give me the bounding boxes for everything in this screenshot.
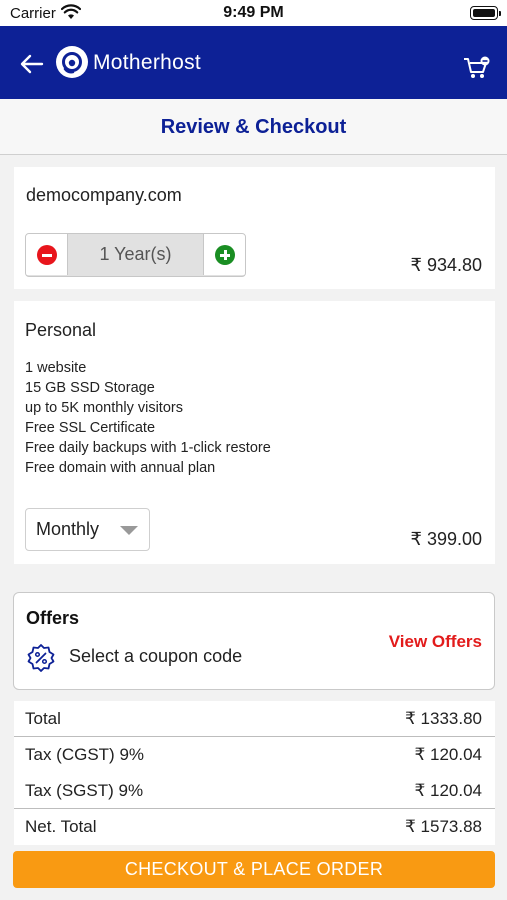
duration-value: 1 Year(s)	[99, 244, 172, 264]
duration-stepper: 1 Year(s)	[25, 233, 246, 277]
net-total-value: ₹ 1573.88	[405, 817, 482, 836]
total-row: Total ₹ 1333.80	[14, 701, 495, 737]
app-bar: Motherhost	[0, 26, 507, 99]
plus-icon	[215, 245, 235, 265]
battery-icon	[470, 6, 501, 20]
sgst-value: ₹ 120.04	[414, 781, 482, 800]
back-arrow-icon[interactable]	[20, 54, 44, 74]
cart-icon[interactable]	[463, 56, 491, 80]
feature-item: Free domain with annual plan	[25, 460, 216, 476]
offers-card: Offers Select a coupon code View Offers	[13, 592, 495, 690]
billing-cycle-select[interactable]: Monthly	[25, 508, 150, 551]
total-label: Total	[25, 709, 61, 728]
feature-item: Free SSL Certificate	[25, 420, 156, 436]
sgst-label: Tax (SGST) 9%	[25, 781, 144, 800]
plan-item-card: Personal 1 website 15 GB SSD Storage up …	[14, 301, 495, 564]
decrease-button[interactable]	[26, 234, 68, 275]
brand-name: Motherhost	[93, 51, 202, 74]
chevron-down-icon	[120, 526, 138, 535]
cgst-value: ₹ 120.04	[414, 745, 482, 764]
net-total-label: Net. Total	[25, 817, 97, 836]
increase-button[interactable]	[203, 234, 245, 275]
cgst-row: Tax (CGST) 9% ₹ 120.04	[14, 737, 495, 773]
domain-name: democompany.com	[26, 185, 182, 205]
domain-item-card: democompany.com 1 Year(s) ₹ 934.80	[14, 167, 495, 289]
page-title: Review & Checkout	[0, 99, 507, 155]
plan-price: ₹ 399.00	[410, 529, 482, 549]
feature-item: 15 GB SSD Storage	[25, 380, 155, 396]
feature-item: up to 5K monthly visitors	[25, 400, 183, 416]
plan-features: 1 website 15 GB SSD Storage up to 5K mon…	[25, 358, 271, 478]
billing-cycle-value: Monthly	[36, 519, 100, 539]
coupon-select-label[interactable]: Select a coupon code	[69, 646, 242, 667]
sgst-row: Tax (SGST) 9% ₹ 120.04	[14, 773, 495, 809]
feature-item: 1 website	[25, 360, 87, 376]
offers-title: Offers	[26, 608, 80, 628]
net-total-row: Net. Total ₹ 1573.88	[14, 809, 495, 845]
coupon-icon	[26, 643, 56, 673]
cgst-label: Tax (CGST) 9%	[25, 745, 145, 764]
order-summary: Total ₹ 1333.80 Tax (CGST) 9% ₹ 120.04 T…	[14, 701, 495, 845]
feature-item: Free daily backups with 1-click restore	[25, 440, 271, 456]
minus-icon	[37, 245, 57, 265]
logo-icon	[56, 46, 88, 78]
plan-name: Personal	[25, 320, 97, 340]
status-bar: Carrier 9:49 PM	[0, 0, 507, 26]
domain-price: ₹ 934.80	[410, 255, 482, 275]
view-offers-link[interactable]: View Offers	[389, 632, 482, 652]
total-value: ₹ 1333.80	[405, 709, 482, 728]
checkout-button[interactable]: CHECKOUT & PLACE ORDER	[13, 851, 495, 888]
clock: 9:49 PM	[223, 4, 284, 21]
